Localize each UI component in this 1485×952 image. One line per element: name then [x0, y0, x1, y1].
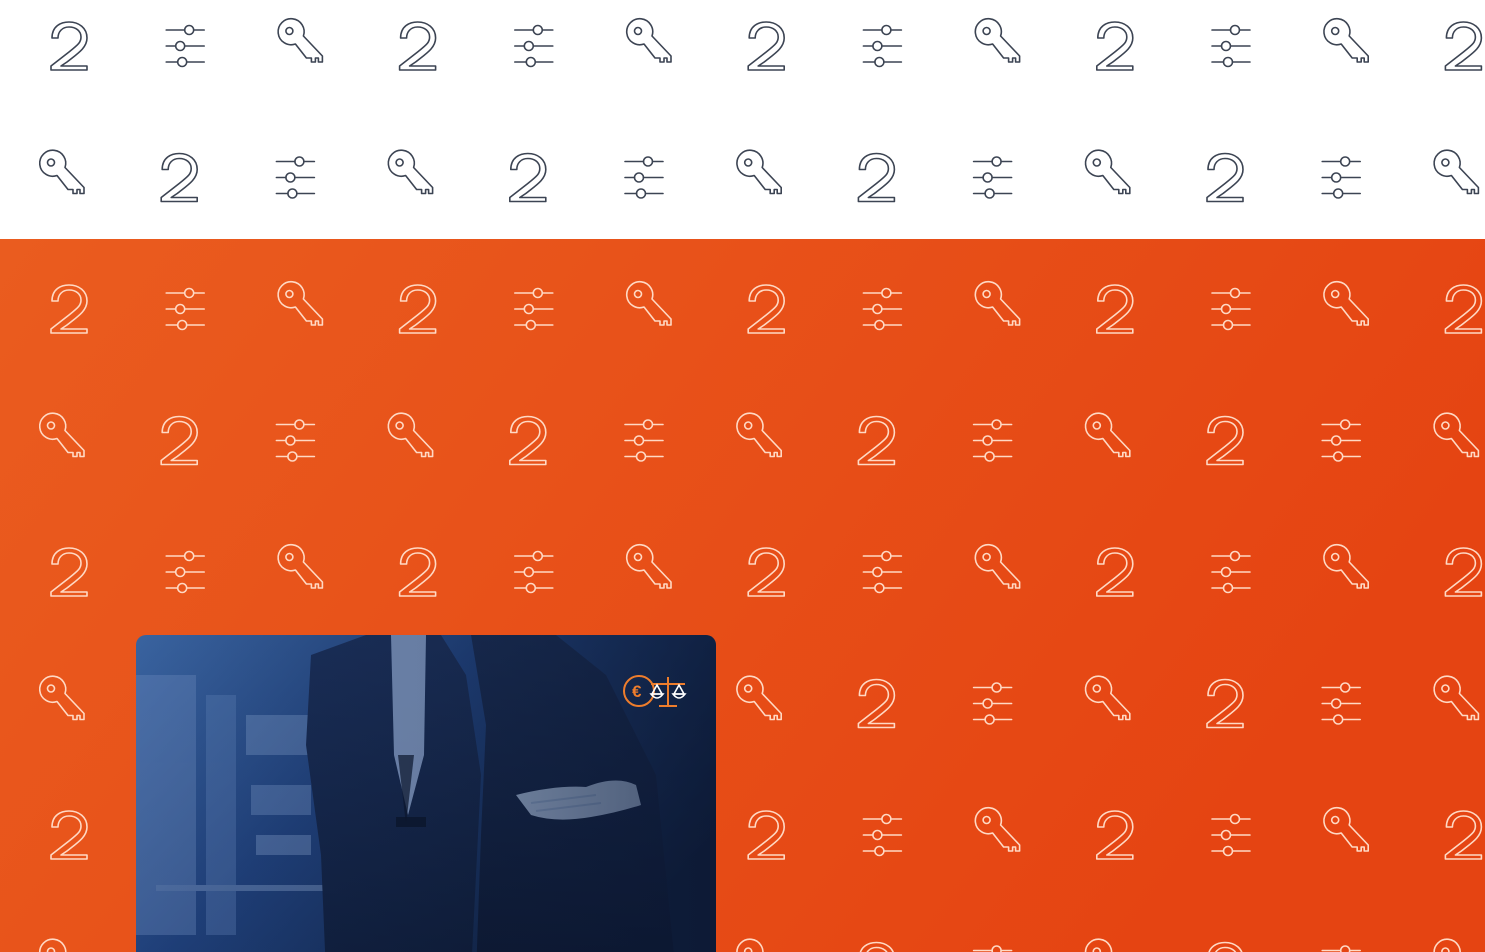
page: €	[0, 0, 1485, 952]
key-icon	[736, 412, 783, 458]
number-two-icon	[1206, 152, 1244, 203]
number-two-icon	[1444, 21, 1483, 71]
sliders-icon	[1211, 813, 1251, 857]
number-two-icon	[747, 21, 786, 71]
number-two-icon	[857, 415, 896, 466]
sliders-icon	[165, 24, 205, 68]
key-icon	[1323, 544, 1369, 589]
sliders-icon	[972, 156, 1013, 199]
key-icon	[974, 807, 1021, 852]
key-icon	[277, 18, 324, 63]
top-pattern-section	[0, 0, 1485, 239]
key-icon	[277, 281, 324, 326]
number-two-icon	[1096, 284, 1134, 334]
key-icon	[736, 938, 764, 952]
sliders-icon	[1321, 682, 1361, 725]
key-icon	[974, 544, 1021, 589]
icon-pattern-light	[39, 18, 1483, 203]
number-two-icon	[398, 284, 437, 334]
key-icon	[626, 544, 672, 589]
number-two-icon	[1444, 810, 1483, 860]
sliders-icon	[513, 287, 554, 331]
key-icon	[277, 544, 324, 589]
key-icon	[1323, 281, 1369, 326]
key-icon	[39, 149, 85, 195]
sliders-icon	[165, 287, 205, 331]
number-two-icon	[508, 152, 547, 203]
number-two-icon	[398, 21, 437, 71]
sliders-icon	[1211, 287, 1251, 331]
svg-text:€: €	[632, 682, 642, 701]
key-icon	[1084, 412, 1131, 458]
key-icon	[39, 412, 85, 458]
key-icon	[1323, 807, 1369, 852]
sliders-icon	[1321, 945, 1361, 952]
key-icon	[387, 412, 434, 458]
key-icon	[1323, 18, 1369, 63]
sliders-icon	[972, 419, 1013, 462]
number-two-icon	[160, 415, 198, 466]
sliders-icon	[1211, 550, 1251, 594]
number-two-icon	[50, 810, 88, 860]
key-icon	[39, 938, 67, 952]
sliders-icon	[624, 156, 664, 199]
key-icon	[1433, 675, 1480, 721]
business-people-photo: €	[136, 635, 716, 952]
sliders-icon	[1211, 24, 1251, 68]
sliders-icon	[1321, 156, 1361, 199]
number-two-icon	[747, 284, 786, 334]
key-icon	[974, 18, 1021, 63]
key-icon	[39, 675, 85, 721]
number-two-icon	[1444, 284, 1483, 334]
number-two-icon	[50, 21, 88, 71]
sliders-icon	[862, 24, 903, 68]
key-icon	[387, 149, 434, 195]
number-two-icon	[1096, 21, 1134, 71]
key-icon	[626, 281, 672, 326]
number-two-icon	[1096, 547, 1134, 597]
key-icon	[736, 149, 783, 195]
sliders-icon	[624, 419, 664, 462]
number-two-icon	[857, 678, 896, 729]
number-two-icon	[1444, 547, 1483, 597]
sliders-icon	[862, 287, 903, 331]
key-icon	[736, 675, 783, 721]
sliders-icon	[513, 550, 554, 594]
number-two-icon	[859, 941, 894, 952]
sliders-icon	[972, 945, 1013, 952]
number-two-icon	[160, 152, 198, 203]
number-two-icon	[50, 547, 88, 597]
number-two-icon	[747, 810, 786, 860]
key-icon	[974, 281, 1021, 326]
number-two-icon	[1206, 678, 1244, 729]
sliders-icon	[862, 550, 903, 594]
sliders-icon	[972, 682, 1013, 725]
number-two-icon	[1208, 941, 1243, 952]
sliders-icon	[1321, 419, 1361, 462]
sliders-icon	[275, 419, 316, 462]
key-icon	[1084, 675, 1131, 721]
number-two-icon	[1096, 810, 1134, 860]
sliders-icon	[862, 813, 903, 857]
sliders-icon	[165, 550, 205, 594]
key-icon	[626, 18, 672, 63]
key-icon	[1433, 938, 1461, 952]
photo-card: €	[136, 635, 716, 952]
sliders-icon	[275, 156, 316, 199]
number-two-icon	[398, 547, 437, 597]
number-two-icon	[857, 152, 896, 203]
key-icon	[1084, 149, 1131, 195]
key-icon	[1084, 938, 1113, 952]
number-two-icon	[50, 284, 88, 334]
number-two-icon	[747, 547, 786, 597]
key-icon	[1433, 412, 1480, 458]
number-two-icon	[1206, 415, 1244, 466]
number-two-icon	[508, 415, 547, 466]
key-icon	[1433, 149, 1480, 195]
sliders-icon	[513, 24, 554, 68]
